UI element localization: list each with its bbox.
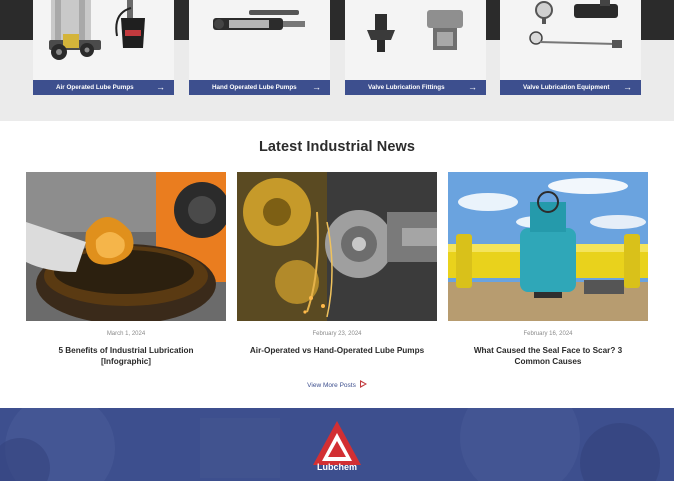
news-image-pipeline-valve[interactable] xyxy=(448,172,648,321)
news-date: February 16, 2024 xyxy=(523,331,573,337)
view-more-label[interactable]: View More Posts xyxy=(307,382,356,389)
category-card-hand-operated-lube-pumps[interactable]: Hand Operated Lube Pumps → xyxy=(189,0,330,95)
play-arrow-icon xyxy=(359,380,367,388)
category-label: Hand Operated Lube Pumps xyxy=(212,84,297,91)
news-image-gears-oil[interactable] xyxy=(237,172,437,321)
news-image-grease-jar[interactable] xyxy=(26,172,226,321)
news-card[interactable]: February 23, 2024 Air-Operated vs Hand-O… xyxy=(237,172,437,356)
arrow-right-icon: → xyxy=(156,82,165,92)
category-card-valve-lubrication-equipment[interactable]: Valve Lubrication Equipment → xyxy=(500,0,641,95)
news-card[interactable]: March 1, 2024 5 Benefits of Industrial L… xyxy=(26,172,226,367)
lubchem-logo-icon[interactable] xyxy=(312,421,362,467)
category-label: Valve Lubrication Equipment xyxy=(523,84,610,91)
category-label-bar: Valve Lubrication Equipment → xyxy=(500,80,641,95)
arrow-right-icon: → xyxy=(623,82,632,92)
category-card-valve-lubrication-fittings[interactable]: Valve Lubrication Fittings → xyxy=(345,0,486,95)
news-headline[interactable]: What Caused the Seal Face to Scar? 3 Com… xyxy=(448,345,648,367)
news-section-title: Latest Industrial News xyxy=(258,139,416,155)
category-label-bar: Hand Operated Lube Pumps → xyxy=(189,80,330,95)
category-label: Air Operated Lube Pumps xyxy=(56,84,134,91)
site-footer: Lubchem xyxy=(0,408,674,481)
valve-fittings-image xyxy=(345,0,486,80)
news-date: March 1, 2024 xyxy=(106,331,146,337)
arrow-right-icon: → xyxy=(312,82,321,92)
arrow-right-icon: → xyxy=(468,82,477,92)
category-label-bar: Air Operated Lube Pumps → xyxy=(33,80,174,95)
product-category-band: Air Operated Lube Pumps → Hand Operated … xyxy=(0,0,674,121)
news-card[interactable]: February 16, 2024 What Caused the Seal F… xyxy=(448,172,648,367)
air-operated-pump-image xyxy=(33,0,174,80)
category-label: Valve Lubrication Fittings xyxy=(368,84,445,91)
news-headline[interactable]: 5 Benefits of Industrial Lubrication [In… xyxy=(26,345,226,367)
hand-operated-pump-image xyxy=(189,0,330,80)
category-card-air-operated-lube-pumps[interactable]: Air Operated Lube Pumps → xyxy=(33,0,174,95)
footer-brand-name[interactable]: Lubchem xyxy=(287,462,387,472)
news-date: February 23, 2024 xyxy=(312,331,362,337)
view-more-posts-link[interactable]: View More Posts xyxy=(0,380,674,389)
category-label-bar: Valve Lubrication Fittings → xyxy=(345,80,486,95)
news-headline[interactable]: Air-Operated vs Hand-Operated Lube Pumps xyxy=(237,345,437,356)
valve-equipment-image xyxy=(500,0,641,80)
